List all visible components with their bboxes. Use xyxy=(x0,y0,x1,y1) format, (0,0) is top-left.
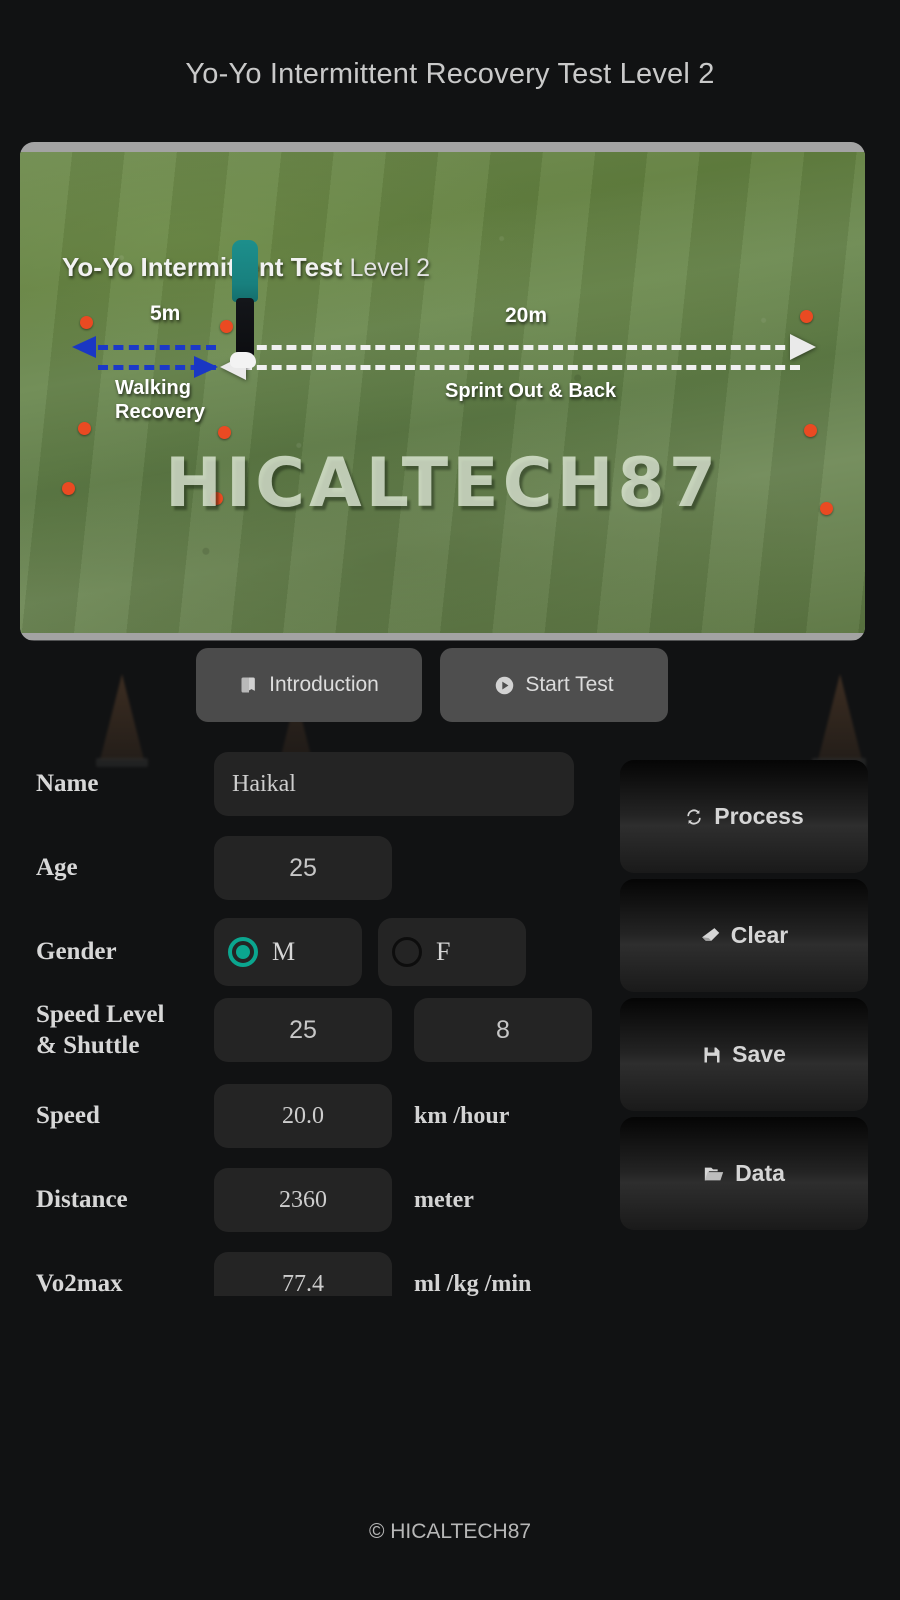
form-row-speed: Speed 20.0 km /hour xyxy=(36,1084,636,1148)
walking-recovery-label: Walking Recovery xyxy=(115,376,205,425)
recovery-arrow-left-icon xyxy=(72,336,96,358)
test-tabs: Introduction Start Test xyxy=(196,648,668,722)
recovery-dash-line-top xyxy=(98,345,216,350)
speed-unit: km /hour xyxy=(414,1102,510,1129)
refresh-icon xyxy=(687,808,701,825)
gender-option-male[interactable]: M xyxy=(214,918,362,986)
gender-option-female[interactable]: F xyxy=(378,918,526,986)
cone-marker xyxy=(800,310,813,323)
process-button-label: Process xyxy=(714,803,804,829)
gender-male-label: M xyxy=(272,937,296,966)
diagram-title-text: Yo-Yo Intermittent Test xyxy=(62,252,343,282)
age-value: 25 xyxy=(289,853,317,882)
tab-start-test-label: Start Test xyxy=(525,673,614,696)
sprint-arrow-right-icon xyxy=(790,334,816,360)
age-input[interactable]: 25 xyxy=(214,836,392,900)
diagram-level-text: Level 2 xyxy=(349,254,431,282)
action-button-group: Process Clear Save Data xyxy=(620,760,868,1230)
page-title: Yo-Yo Intermittent Recovery Test Level 2 xyxy=(185,58,715,90)
footer-copyright: © HICALTECH87 xyxy=(368,1520,532,1543)
distance-value: 2360 xyxy=(279,1186,327,1213)
clear-button[interactable]: Clear xyxy=(620,879,868,992)
form-row-age: Age 25 xyxy=(36,836,636,900)
data-button-label: Data xyxy=(735,1160,785,1186)
tab-introduction[interactable]: Introduction xyxy=(196,648,422,722)
eraser-icon xyxy=(701,928,719,941)
book-icon xyxy=(241,677,255,693)
save-button[interactable]: Save xyxy=(620,998,868,1111)
walking-label-line1: Walking xyxy=(115,377,191,399)
folder-open-icon xyxy=(704,1167,724,1180)
radio-selected-icon xyxy=(228,937,258,967)
speed-level-label-line2: & Shuttle xyxy=(36,1032,140,1059)
radio-unselected-icon xyxy=(392,937,422,967)
sprint-dash-line-back xyxy=(242,365,800,370)
runner-shoe xyxy=(230,352,256,368)
clear-button-label: Clear xyxy=(730,922,789,948)
data-button[interactable]: Data xyxy=(620,1117,868,1230)
gender-female-label: F xyxy=(436,937,451,966)
speed-level-label-line1: Speed Level xyxy=(36,1000,165,1028)
gender-label: Gender xyxy=(36,938,117,966)
tab-introduction-label: Introduction xyxy=(269,673,379,696)
sprint-dash-line-out xyxy=(242,345,800,350)
video-watermark: HICALTECH87 xyxy=(164,444,721,523)
cone-marker xyxy=(218,426,231,439)
cone-marker xyxy=(220,320,233,333)
recovery-arrow-right-icon xyxy=(194,356,218,378)
vo2max-label: Vo2max xyxy=(36,1270,123,1296)
runner-legs xyxy=(236,298,254,358)
name-value: Haikal xyxy=(232,770,296,797)
play-circle-icon xyxy=(496,676,514,694)
test-video-player[interactable]: Yo-Yo Intermittent Test Level 2 5m 20m W… xyxy=(20,142,865,641)
walking-label-line2: Recovery xyxy=(115,401,206,424)
name-label: Name xyxy=(36,770,99,798)
vo2max-output: 77.4 xyxy=(214,1252,392,1296)
shuttle-input[interactable]: 8 xyxy=(414,998,592,1062)
app-root: Yo-Yo Intermittent Recovery Test Level 2… xyxy=(0,0,900,1600)
distance-output: 2360 xyxy=(214,1168,392,1232)
name-input[interactable]: Haikal xyxy=(214,752,574,816)
age-label: Age xyxy=(36,854,78,882)
sprint-label: Sprint Out & Back xyxy=(445,380,617,402)
distance-unit: meter xyxy=(414,1186,474,1213)
speed-level-value: 25 xyxy=(289,1015,317,1044)
speed-output: 20.0 xyxy=(214,1084,392,1148)
shuttle-value: 8 xyxy=(496,1015,510,1044)
cone-marker xyxy=(804,424,817,437)
form-row-speed-level-shuttle: Speed Level & Shuttle 25 8 xyxy=(36,998,636,1062)
vo2max-unit: ml /kg /min xyxy=(414,1270,532,1297)
speed-value: 20.0 xyxy=(282,1102,324,1129)
cone-marker xyxy=(78,422,91,435)
form-row-distance: Distance 2360 meter xyxy=(36,1168,636,1232)
form-row-gender: Gender M F xyxy=(36,918,636,986)
distance-label-5m: 5m xyxy=(150,302,181,325)
process-button[interactable]: Process xyxy=(620,760,868,873)
distance-label: Distance xyxy=(36,1186,128,1214)
runner-torso xyxy=(232,240,258,302)
floppy-disk-icon xyxy=(704,1047,720,1062)
form-row-name: Name Haikal xyxy=(36,752,636,816)
cone-marker xyxy=(80,316,93,329)
tab-start-test[interactable]: Start Test xyxy=(440,648,668,722)
distance-label-20m: 20m xyxy=(505,304,548,327)
speed-level-input[interactable]: 25 xyxy=(214,998,392,1062)
runner-figure xyxy=(228,240,262,375)
form-row-vo2max: Vo2max 77.4 ml /kg /min xyxy=(36,1252,636,1296)
video-canvas: Yo-Yo Intermittent Test Level 2 5m 20m W… xyxy=(20,152,865,633)
speed-level-shuttle-label: Speed Level & Shuttle xyxy=(36,999,214,1062)
speed-label: Speed xyxy=(36,1102,100,1130)
vo2max-value: 77.4 xyxy=(282,1270,324,1297)
save-button-label: Save xyxy=(732,1041,786,1067)
radio-dot xyxy=(236,945,250,959)
